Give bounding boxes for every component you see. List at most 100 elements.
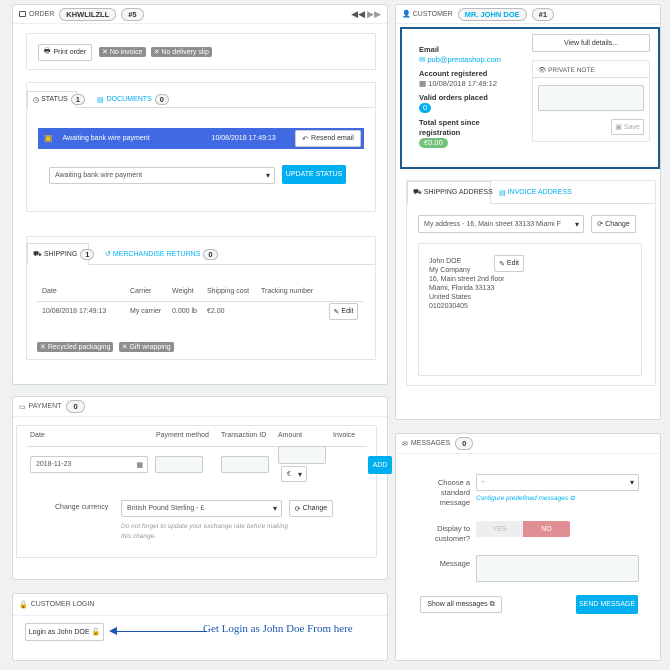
- no-invoice-tag: ✕ No invoice: [99, 47, 146, 57]
- display-toggle[interactable]: YES NO: [476, 521, 570, 537]
- return-icon: ↺: [105, 251, 111, 258]
- truck-icon: ⛟: [413, 189, 422, 196]
- col-payment-date: Date: [30, 432, 45, 439]
- print-order-button[interactable]: 🖶 Print order: [38, 44, 92, 61]
- order-reference-badge: KHWLILZLL: [59, 7, 117, 21]
- user-icon: 👤: [402, 11, 411, 18]
- document-icon: ▤: [97, 96, 104, 104]
- tab-shipping[interactable]: ⛟ SHIPPING 1: [27, 243, 95, 265]
- col-tracking-number: Tracking number: [261, 288, 314, 295]
- messages-panel: ✉ MESSAGES 0 Choose a standard message -…: [395, 433, 661, 661]
- display-to-customer-label: Display to customer?: [434, 524, 470, 543]
- money-icon: ▭: [19, 403, 26, 411]
- col-shipping-cost: Shipping cost: [207, 288, 250, 295]
- configure-messages-link[interactable]: Configure predefined messages ⧉: [476, 495, 575, 503]
- status-select[interactable]: Awaiting bank wire payment: [49, 167, 275, 184]
- order-label: ORDER: [29, 10, 55, 18]
- login-as-customer-button[interactable]: Login as John DOE 🔓: [25, 623, 104, 641]
- eye-icon: 👁: [538, 67, 549, 74]
- toggle-yes[interactable]: YES: [476, 521, 523, 537]
- tab-shipping-address[interactable]: ⛟ SHIPPING ADDRESS: [407, 181, 493, 204]
- pencil-icon: ✎: [333, 308, 340, 316]
- edit-shipping-button[interactable]: ✎ Edit: [329, 303, 358, 320]
- col-carrier: Carrier: [130, 288, 152, 295]
- payment-panel-header: ▭ PAYMENT 0: [13, 397, 387, 417]
- recycled-packaging-tag: ✕ Recycled packaging: [37, 342, 114, 352]
- next-order-icon[interactable]: ▶▶: [367, 9, 381, 20]
- private-note-textarea[interactable]: [538, 85, 644, 111]
- clock-icon: ◷: [33, 96, 40, 104]
- document-icon: ▤: [499, 189, 506, 197]
- payment-panel: ▭ PAYMENT 0 Date Payment method Transact…: [12, 396, 392, 580]
- address-select[interactable]: My address - 16, Main street 33133 Miami…: [418, 215, 584, 233]
- valid-orders-badge: 0: [419, 103, 432, 113]
- choose-message-label: Choose a standard message: [437, 478, 470, 507]
- external-link-icon: ⧉: [568, 495, 575, 502]
- show-all-messages-button[interactable]: Show all messages ⧉: [420, 596, 502, 613]
- calendar-icon[interactable]: ▦: [136, 461, 143, 469]
- lock-icon: 🔓: [19, 601, 28, 609]
- transaction-id-input[interactable]: [221, 456, 269, 473]
- tab-invoice-address[interactable]: ▤ INVOICE ADDRESS: [499, 181, 572, 204]
- amount-input[interactable]: [278, 446, 326, 464]
- status-box: ◷ STATUS 1 ▤ DOCUMENTS 0 ▣ Awaiting bank…: [26, 82, 376, 212]
- valid-orders-label: Valid orders placed: [419, 93, 488, 102]
- customer-name-badge: MR. JOHN DOE: [457, 7, 527, 21]
- currency-select[interactable]: €: [281, 466, 307, 482]
- resend-email-button[interactable]: ↶ Resend email: [295, 130, 361, 147]
- customer-email-link[interactable]: ✉ pub@prestashop.com: [419, 55, 501, 65]
- col-date: Date: [42, 288, 57, 295]
- change-currency-select[interactable]: British Pound Sterling - £: [121, 500, 282, 517]
- change-currency-label: Change currency: [55, 504, 109, 511]
- edit-address-button[interactable]: ✎ Edit: [494, 255, 524, 272]
- gift-wrapping-tag: ✕ Gift wrapping: [118, 342, 174, 352]
- pencil-icon: ✎: [499, 260, 505, 268]
- refresh-icon: ⟳: [294, 505, 301, 513]
- total-spent-badge: €0.00: [419, 138, 448, 148]
- order-icon: [19, 11, 26, 17]
- order-id-badge: #5: [121, 7, 144, 21]
- calendar-icon: ▦: [419, 79, 429, 88]
- annotation-text: Get Login as John Doe From here: [203, 623, 353, 635]
- save-note-button[interactable]: ▣ Save: [611, 119, 644, 135]
- message-textarea[interactable]: [476, 555, 639, 582]
- update-status-button[interactable]: UPDATE STATUS: [282, 165, 346, 184]
- status-icon: ▣: [44, 133, 53, 143]
- payment-date-input[interactable]: 2018-11-23 ▦: [30, 456, 148, 473]
- no-delivery-slip-tag: ✕ No delivery slip: [150, 47, 212, 57]
- change-address-button[interactable]: ⟳ Change: [591, 215, 636, 233]
- payment-box: Date Payment method Transaction ID Amoun…: [16, 425, 392, 558]
- standard-message-select[interactable]: -: [476, 474, 639, 491]
- print-icon: 🖶: [43, 48, 51, 55]
- status-row: ▣ Awaiting bank wire payment 10/08/2018 …: [38, 128, 364, 149]
- registered-label: Account registered: [419, 69, 488, 78]
- payment-method-input[interactable]: [155, 456, 203, 473]
- address-box: ⛟ SHIPPING ADDRESS ▤ INVOICE ADDRESS My ad…: [406, 180, 656, 386]
- col-transaction-id: Transaction ID: [221, 432, 267, 439]
- order-panel-header: ORDER KHWLILZLL #5: [13, 5, 387, 24]
- private-note-box: 👁 PRIVATE NOTE ▣ Save: [532, 60, 650, 142]
- customer-panel: 👤 CUSTOMER MR. JOHN DOE #1 Email ✉ pub@p…: [395, 4, 661, 420]
- messages-panel-header: ✉ MESSAGES 0: [396, 434, 660, 454]
- add-payment-button[interactable]: ADD: [368, 456, 392, 474]
- toggle-no[interactable]: NO: [523, 521, 570, 537]
- save-icon: ▣: [615, 124, 622, 131]
- tab-status[interactable]: ◷ STATUS 1: [27, 91, 85, 108]
- customer-panel-header: 👤 CUSTOMER MR. JOHN DOE #1: [396, 5, 660, 24]
- shipping-box: ⛟ SHIPPING 1 ↺ MERCHANDISE RETURNS 0 Dat…: [26, 236, 376, 360]
- change-currency-button[interactable]: ⟳ Change: [289, 500, 333, 517]
- annotation-arrow: [111, 631, 207, 632]
- customer-login-header: 🔓 CUSTOMER LOGIN: [13, 594, 387, 616]
- status-name: Awaiting bank wire payment: [62, 135, 150, 142]
- tab-merchandise-returns[interactable]: ↺ MERCHANDISE RETURNS 0: [105, 243, 218, 265]
- customer-login-panel: 🔓 CUSTOMER LOGIN Login as John DOE 🔓 Get…: [12, 593, 388, 661]
- exchange-rate-note: Do not forget to update your exchange ra…: [121, 523, 288, 540]
- spent-label: Total spent since registration: [419, 118, 480, 137]
- col-weight: Weight: [172, 288, 194, 295]
- view-full-details-button[interactable]: View full details...: [532, 34, 650, 52]
- tab-documents[interactable]: ▤ DOCUMENTS 0: [97, 91, 169, 108]
- refresh-icon: ⟳: [597, 221, 604, 228]
- prev-order-icon[interactable]: ◀◀: [351, 9, 365, 20]
- customer-info: Email ✉ pub@prestashop.com Account regis…: [419, 45, 501, 148]
- send-message-button[interactable]: SEND MESSAGE: [576, 595, 638, 614]
